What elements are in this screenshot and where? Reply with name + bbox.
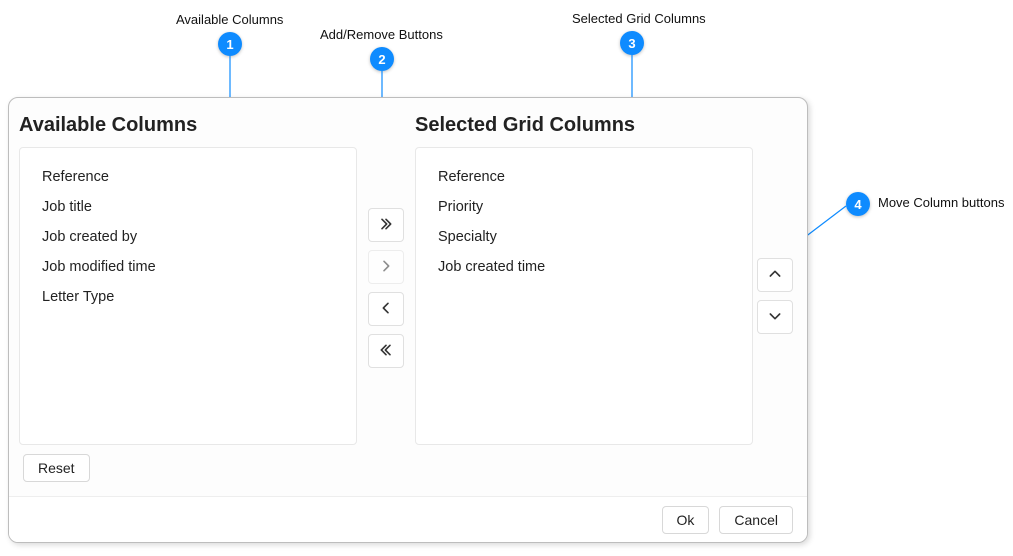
add-all-button[interactable] — [368, 208, 404, 242]
callout-1-label: Available Columns — [176, 12, 283, 27]
move-down-button[interactable] — [757, 300, 793, 334]
remove-all-button[interactable] — [368, 334, 404, 368]
callout-3-badge: 3 — [620, 31, 644, 55]
chevron-down-icon — [767, 308, 783, 327]
callout-2-badge: 2 — [370, 47, 394, 71]
callout-2-label: Add/Remove Buttons — [320, 27, 443, 42]
callout-1-badge: 1 — [218, 32, 242, 56]
list-item[interactable]: Reference — [24, 162, 352, 192]
list-item[interactable]: Job modified time — [24, 252, 352, 282]
chevron-up-icon — [767, 266, 783, 285]
chevrons-right-icon — [378, 216, 394, 235]
column-picker-dialog: Available Columns Reference Job title Jo… — [8, 97, 808, 543]
add-button[interactable] — [368, 250, 404, 284]
available-title: Available Columns — [19, 110, 357, 147]
move-up-button[interactable] — [757, 258, 793, 292]
chevron-right-icon — [378, 258, 394, 277]
list-item[interactable]: Job created by — [24, 222, 352, 252]
list-item[interactable]: Reference — [420, 162, 748, 192]
list-item[interactable]: Job title — [24, 192, 352, 222]
chevrons-left-icon — [378, 342, 394, 361]
available-listbox[interactable]: Reference Job title Job created by Job m… — [19, 147, 357, 445]
add-remove-column — [357, 110, 415, 486]
move-column-buttons — [753, 110, 797, 486]
dialog-footer: Ok Cancel — [9, 496, 807, 542]
list-item[interactable]: Job created time — [420, 252, 748, 282]
reset-button[interactable]: Reset — [23, 454, 90, 482]
selected-listbox[interactable]: Reference Priority Specialty Job created… — [415, 147, 753, 445]
selected-title: Selected Grid Columns — [415, 110, 753, 147]
callout-3-label: Selected Grid Columns — [572, 11, 706, 26]
list-item[interactable]: Priority — [420, 192, 748, 222]
list-item[interactable]: Specialty — [420, 222, 748, 252]
callout-4-label: Move Column buttons — [878, 195, 1004, 210]
callout-4-badge: 4 — [846, 192, 870, 216]
ok-button[interactable]: Ok — [662, 506, 710, 534]
list-item[interactable]: Letter Type — [24, 282, 352, 312]
remove-button[interactable] — [368, 292, 404, 326]
cancel-button[interactable]: Cancel — [719, 506, 793, 534]
chevron-left-icon — [378, 300, 394, 319]
